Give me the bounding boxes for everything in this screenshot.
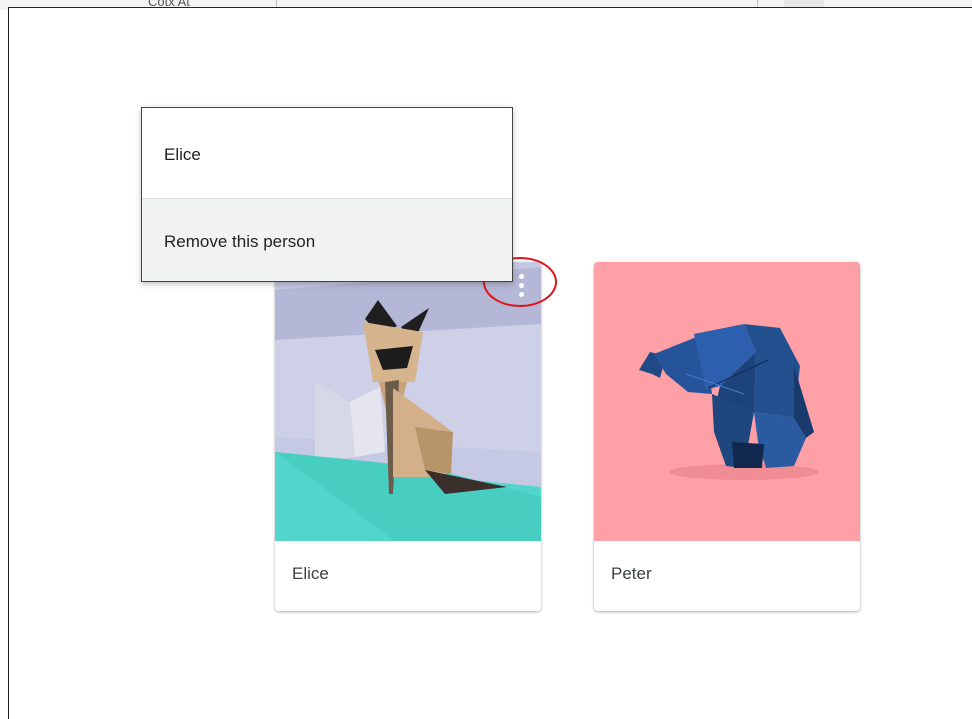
origami-cat-image bbox=[275, 262, 541, 541]
profile-context-menu: Elice Remove this person bbox=[141, 107, 513, 282]
menu-profile-name: Elice bbox=[164, 145, 201, 164]
origami-elephant-avatar bbox=[594, 262, 860, 541]
more-options-button[interactable] bbox=[510, 268, 532, 302]
profile-name: Peter bbox=[611, 564, 652, 583]
more-options-icon bbox=[518, 291, 524, 297]
profile-picker-screen: Cotx At Elice Peter Elice Remove this pe… bbox=[0, 0, 972, 719]
profile-card-peter[interactable]: Peter bbox=[594, 262, 860, 611]
more-options-icon bbox=[518, 282, 524, 288]
origami-cat-avatar bbox=[275, 262, 541, 541]
profile-name: Elice bbox=[292, 564, 329, 583]
more-options-icon bbox=[518, 273, 524, 279]
origami-elephant-image bbox=[594, 262, 860, 541]
profile-card-elice[interactable]: Elice bbox=[275, 262, 541, 611]
remove-person-menu-item[interactable]: Remove this person bbox=[142, 199, 512, 281]
